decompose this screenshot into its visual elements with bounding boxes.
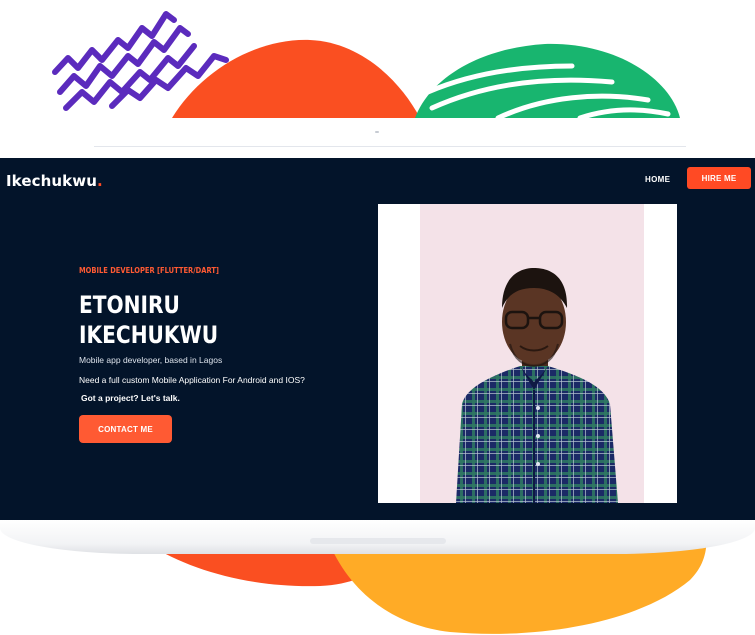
hero-tagline: Mobile app developer, based in Lagos [79,355,223,365]
frame-camera-dot [375,131,379,133]
nav-home-link[interactable]: HOME [645,175,670,184]
profile-photo [420,204,644,503]
site-logo[interactable]: Ikechukwu. [6,172,103,190]
logo-text: Ikechukwu [6,172,97,190]
hero-name-last: IKECHUKWU [79,321,219,349]
hire-me-button[interactable]: HIRE ME [687,167,751,189]
hero-name: ETONIRU IKECHUKWU [79,290,218,350]
orange-blob-top [172,39,420,118]
portrait-illustration [420,204,644,503]
hero-pitch: Need a full custom Mobile Application Fo… [79,375,305,385]
laptop-base [0,520,755,554]
website-screen: Ikechukwu. HOME HIRE ME MOBILE DEVELOPER… [0,158,755,521]
hero-subtitle: MOBILE DEVELOPER [FLUTTER/DART] [79,266,219,275]
contact-me-button[interactable]: CONTACT ME [79,415,172,443]
browser-frame-top [92,118,688,162]
hero-cta-text: Got a project? Let's talk. [81,393,180,403]
hero-name-first: ETONIRU [79,291,180,319]
profile-photo-card [378,204,677,503]
logo-dot: . [97,172,103,190]
laptop-notch [310,538,446,544]
frame-divider [94,146,686,147]
